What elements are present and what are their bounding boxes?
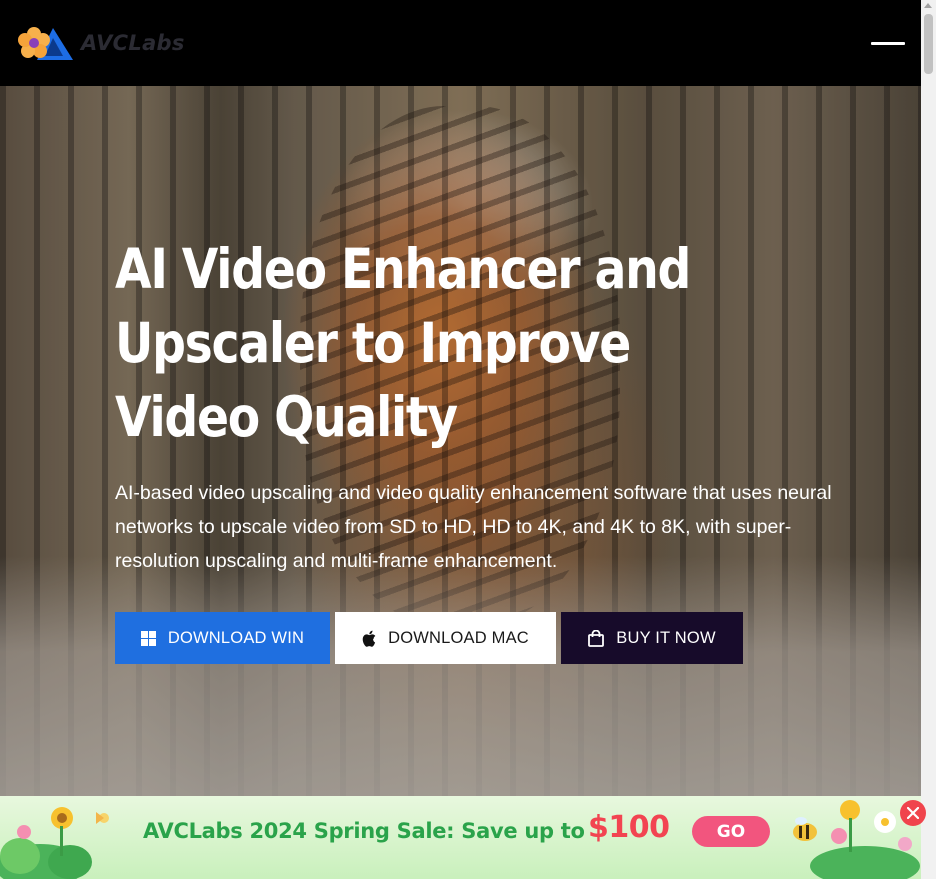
logo-text: AVCLabs (81, 31, 185, 55)
promo-price: $100 (588, 810, 670, 845)
flowers-bee-decoration-right (793, 800, 920, 879)
shopping-bag-icon (588, 629, 605, 647)
close-icon[interactable] (900, 800, 926, 826)
hero-title: AI Video Enhancer and Upscaler to Improv… (115, 237, 691, 449)
promo-go-button[interactable]: GO (692, 816, 770, 847)
scrollbar-thumb[interactable] (924, 14, 933, 74)
flowers-decoration-left (0, 807, 109, 879)
page-scrollbar[interactable] (921, 0, 936, 879)
windows-icon (140, 630, 156, 646)
download-mac-button[interactable]: DOWNLOAD MAC (335, 612, 556, 664)
download-mac-label: DOWNLOAD MAC (388, 628, 529, 647)
apple-icon (362, 630, 376, 647)
hero-description: AI-based video upscaling and video quali… (115, 482, 832, 572)
buy-now-button[interactable]: BUY IT NOW (561, 612, 743, 664)
site-header: AVCLabs (0, 0, 921, 86)
promo-banner[interactable]: AVCLabs 2024 Spring Sale: Save up to $10… (0, 796, 921, 879)
hero-buttons: DOWNLOAD WIN DOWNLOAD MAC BUY IT NOW (115, 612, 743, 664)
flower-triangle-logo-icon (17, 24, 75, 62)
promo-text: AVCLabs 2024 Spring Sale: Save up to (143, 819, 585, 843)
buy-now-label: BUY IT NOW (616, 628, 716, 647)
hamburger-menu-icon[interactable] (871, 33, 905, 53)
hero-section: AI Video Enhancer and Upscaler to Improv… (0, 86, 921, 796)
logo[interactable]: AVCLabs (17, 24, 185, 62)
download-win-label: DOWNLOAD WIN (167, 628, 305, 647)
download-win-button[interactable]: DOWNLOAD WIN (115, 612, 330, 664)
scroll-up-arrow-icon[interactable] (924, 3, 932, 8)
